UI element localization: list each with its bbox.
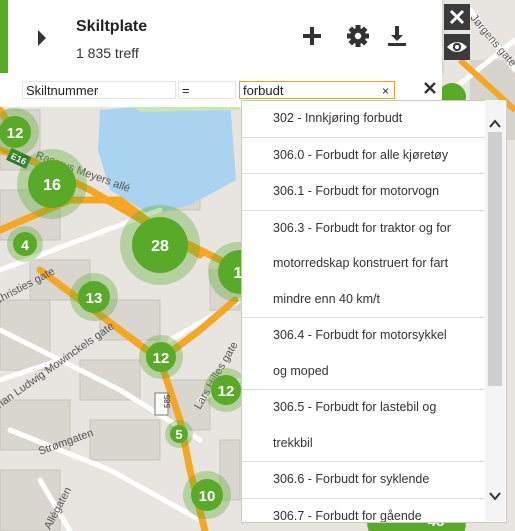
suggestion-text: 306.0 - Forbudt for alle kjøretøy (273, 147, 449, 162)
filter-operator-select[interactable]: = (178, 81, 236, 99)
filter-value-input[interactable]: forbudt × (239, 81, 395, 99)
layer-title: Skiltplate (76, 18, 148, 35)
svg-text:5: 5 (175, 427, 182, 442)
suggestion-text: motorredskap konstruert for fart (273, 256, 449, 270)
filter-value-text: forbudt (243, 83, 284, 98)
suggestion-item[interactable]: 306.5 - Forbudt for lastebil og trekkbil (242, 390, 486, 462)
suggestion-text: 306.1 - Forbudt for motorvogn (273, 184, 440, 198)
svg-text:585: 585 (163, 394, 172, 408)
suggestion-text: 306.5 - Forbudt for lastebil og (273, 400, 437, 414)
suggestion-item[interactable]: 306.3 - Forbudt for traktor og for motorr… (242, 211, 486, 318)
svg-text:10: 10 (199, 488, 216, 505)
suggestion-item[interactable]: 306.7 - Forbudt for gående (242, 499, 486, 523)
suggestion-item[interactable]: 306.1 - Forbudt for motorvogn (242, 174, 486, 211)
svg-text:28: 28 (151, 238, 169, 255)
eye-icon (447, 42, 467, 52)
cluster-marker[interactable]: 5 (165, 420, 193, 448)
filter-field-select[interactable]: Skiltnummer (22, 81, 176, 99)
svg-text:13: 13 (86, 290, 103, 307)
visibility-toggle[interactable] (444, 34, 470, 60)
svg-text:16: 16 (43, 177, 61, 194)
layer-panel: Skiltplate 1 835 treff (0, 0, 442, 73)
panel-accent (0, 0, 8, 73)
suggestion-item[interactable]: 306.6 - Forbudt for syklende (242, 462, 486, 499)
svg-text:12: 12 (218, 383, 235, 400)
svg-text:12: 12 (7, 125, 24, 142)
svg-text:12: 12 (153, 350, 170, 367)
scroll-down-icon[interactable] (489, 491, 501, 501)
suggestion-text: 306.4 - Forbudt for motorsykkel (273, 328, 447, 342)
cluster-marker[interactable]: 4 (7, 226, 43, 262)
cluster-marker[interactable]: 16 (17, 149, 87, 219)
suggestion-item[interactable]: 306.4 - Forbudt for motorsykkel og moped (242, 318, 486, 390)
cluster-marker[interactable]: 10 (183, 471, 231, 519)
clear-value-icon[interactable]: × (382, 82, 389, 100)
cluster-marker[interactable]: 28 (120, 205, 200, 285)
scrollbar-thumb[interactable] (488, 132, 502, 386)
suggestion-text: 302 - Innkjøring forbudt (273, 111, 403, 125)
close-layer-button[interactable] (444, 4, 470, 30)
result-count: 1 835 treff (76, 45, 139, 61)
suggestion-item[interactable]: 302 - Innkjøring forbudt (242, 101, 486, 138)
suggestion-text: 306.7 - Forbudt for gående (273, 508, 422, 523)
suggestion-item[interactable]: 306.0 - Forbudt for alle kjøretøy (242, 138, 486, 174)
suggestion-text: og moped (273, 363, 329, 378)
scroll-up-icon[interactable] (489, 119, 501, 129)
cluster-marker[interactable]: 13 (70, 273, 118, 321)
scrollbar[interactable] (485, 100, 505, 521)
download-icon[interactable] (385, 24, 409, 48)
expand-icon[interactable] (36, 28, 48, 48)
suggestion-text: 306.3 - Forbudt for traktor og for (273, 220, 451, 235)
gear-icon[interactable] (346, 24, 370, 48)
clear-filter-icon[interactable] (422, 80, 438, 96)
suggestion-text: mindre enn 40 km/t (273, 291, 380, 306)
plus-icon[interactable] (300, 24, 324, 48)
close-icon (449, 9, 465, 25)
suggestion-text: 306.6 - Forbudt for syklende (273, 472, 430, 486)
cluster-marker[interactable]: 12 (139, 335, 183, 379)
svg-text:4: 4 (21, 237, 29, 253)
suggestion-text: trekkbil (273, 435, 313, 450)
filter-suggestions-list[interactable]: 302 - Innkjøring forbudt 306.0 - Forbudt … (241, 100, 507, 523)
